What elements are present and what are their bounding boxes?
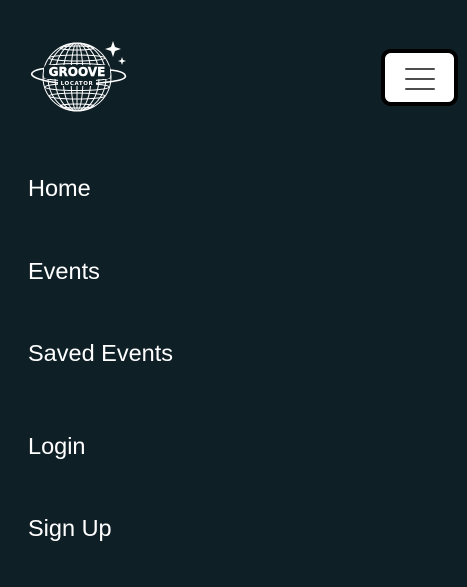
disco-globe-logo-icon: GROOVE LOCATOR xyxy=(31,41,127,112)
navbar-toggle-button[interactable] xyxy=(381,49,458,106)
nav-link-saved-events[interactable]: Saved Events xyxy=(28,338,173,368)
brand-logo-subword: LOCATOR xyxy=(61,81,94,87)
nav-link-login[interactable]: Login xyxy=(28,431,86,461)
sparkle-small-icon xyxy=(118,57,126,65)
brand-logo-word: GROOVE xyxy=(49,65,106,79)
hamburger-line xyxy=(405,78,435,80)
hamburger-line xyxy=(405,88,435,90)
brand-logo-link[interactable]: GROOVE LOCATOR xyxy=(28,40,130,116)
nav-link-home[interactable]: Home xyxy=(28,173,91,203)
nav-link-events[interactable]: Events xyxy=(28,256,100,286)
sparkle-icon xyxy=(105,41,121,57)
navbar: GROOVE LOCATOR Home Events Saved Events … xyxy=(0,0,467,587)
hamburger-line xyxy=(405,68,435,70)
nav-link-sign-up[interactable]: Sign Up xyxy=(28,513,112,543)
hamburger-menu-icon xyxy=(405,67,435,90)
